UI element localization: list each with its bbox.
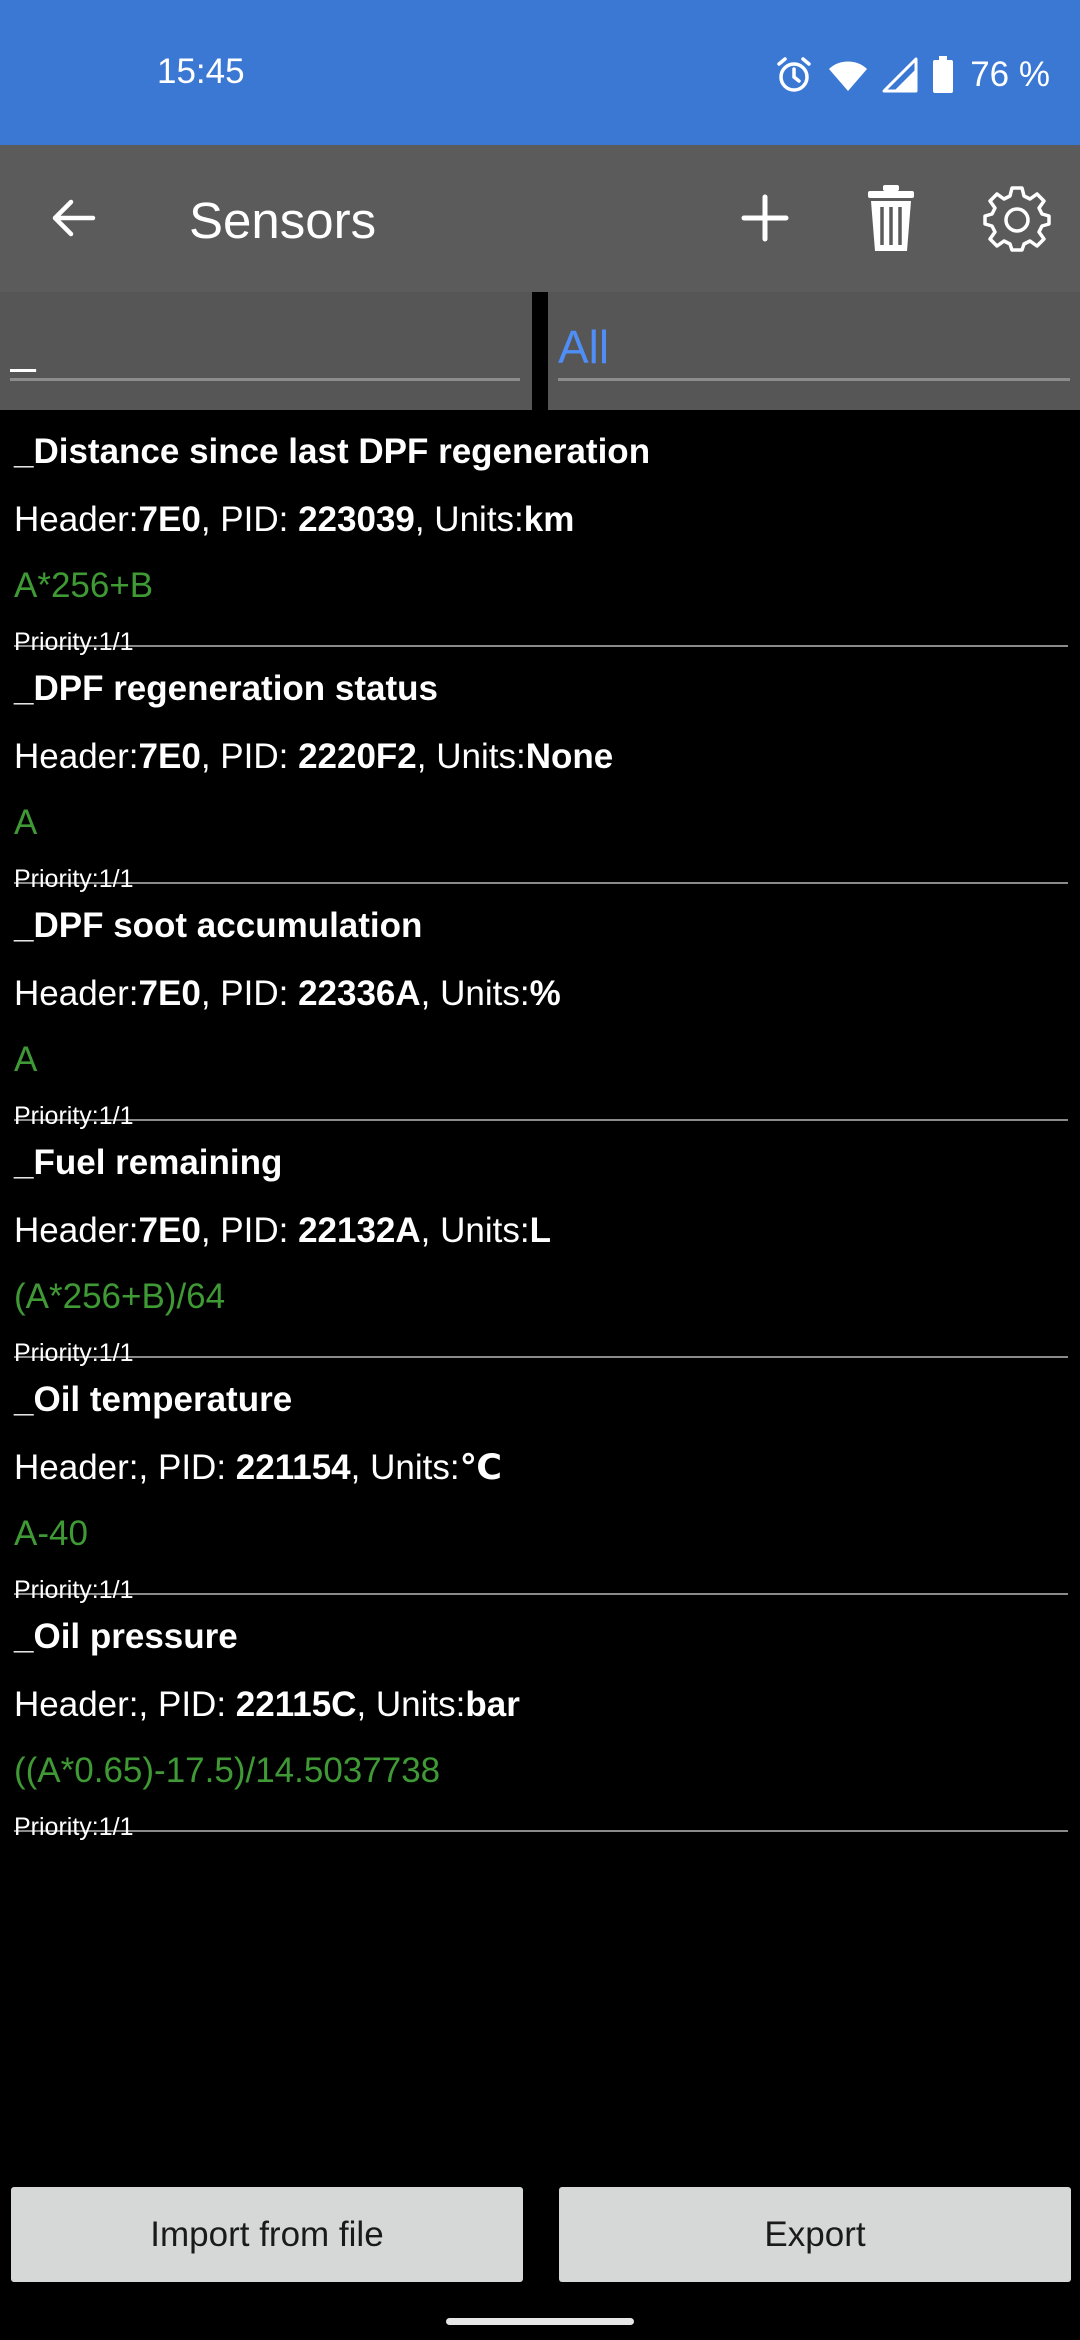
- pid-label: , PID:: [200, 974, 299, 1013]
- filter-row: All: [0, 292, 1080, 410]
- header-value: 7E0: [138, 974, 201, 1013]
- header-label: Header:: [14, 974, 139, 1013]
- status-icons: 76 %: [774, 50, 1050, 100]
- pid-label: , PID:: [138, 1685, 236, 1724]
- units-value: bar: [465, 1685, 520, 1724]
- search-field-container: [0, 292, 532, 410]
- sensor-details: Header:, PID: 221154, Units:℃: [14, 1448, 502, 1488]
- units-value: None: [525, 737, 614, 776]
- pid-value: 223039: [298, 500, 415, 539]
- pid-value: 22132A: [298, 1211, 421, 1250]
- header-label: Header:: [14, 737, 139, 776]
- units-value: L: [529, 1211, 551, 1250]
- add-sensor-button[interactable]: [720, 173, 810, 263]
- battery-icon: [932, 56, 954, 94]
- status-bar: 15:45 76 %: [0, 0, 1080, 145]
- sensor-name: _Oil temperature: [14, 1380, 293, 1419]
- sensor-item-1[interactable]: _Distance since last DPF regeneration He…: [14, 410, 1068, 656]
- sensor-formula: A: [14, 803, 38, 842]
- header-label: Header:: [14, 1685, 139, 1724]
- priority-value: 1/1: [98, 1813, 134, 1841]
- units-label: , Units:: [414, 500, 524, 539]
- category-filter-container: All: [548, 292, 1080, 410]
- wifi-icon: [828, 57, 868, 93]
- alarm-icon: [774, 55, 814, 95]
- header-value: 7E0: [138, 737, 201, 776]
- units-value: km: [523, 500, 575, 539]
- sensor-formula: A*256+B: [14, 566, 154, 605]
- sensor-priority: Priority:1/1: [14, 1813, 134, 1842]
- sensor-formula: A: [14, 1040, 38, 1079]
- header-label: Header:: [14, 500, 139, 539]
- sensor-name: _Distance since last DPF regeneration: [14, 432, 651, 471]
- units-value: %: [529, 974, 561, 1013]
- sensor-name: _DPF regeneration status: [14, 669, 438, 708]
- trash-icon: [868, 185, 914, 251]
- battery-level: 76 %: [970, 55, 1050, 94]
- pid-value: 22115C: [235, 1685, 357, 1724]
- sensor-formula: ((A*0.65)-17.5)/14.5037738: [14, 1751, 441, 1790]
- toolbar: Sensors: [0, 145, 1080, 292]
- pid-value: 2220F2: [298, 737, 417, 776]
- pid-label: , PID:: [200, 500, 299, 539]
- units-label: , Units:: [416, 737, 526, 776]
- sensor-item-6[interactable]: _Oil pressure Header:, PID: 22115C, Unit…: [14, 1595, 1068, 1841]
- gear-icon: [983, 186, 1051, 252]
- sensor-details: Header:7E0, PID: 22336A, Units:%: [14, 974, 561, 1014]
- page-title: Sensors: [189, 192, 377, 249]
- units-label: , Units:: [420, 974, 530, 1013]
- sensor-details: Header:, PID: 22115C, Units:bar: [14, 1685, 520, 1725]
- category-select[interactable]: All: [558, 316, 1070, 381]
- home-indicator[interactable]: [446, 2318, 634, 2325]
- header-label: Header:: [14, 1211, 139, 1250]
- export-button[interactable]: Export: [559, 2187, 1071, 2282]
- back-button[interactable]: [30, 175, 116, 261]
- search-input[interactable]: [10, 316, 520, 381]
- delete-button[interactable]: [846, 173, 936, 263]
- priority-label: Priority:: [14, 1813, 99, 1841]
- sensor-formula: A-40: [14, 1514, 88, 1553]
- header-value: 7E0: [138, 500, 201, 539]
- pid-value: 22336A: [298, 974, 421, 1013]
- sensor-item-4[interactable]: _Fuel remaining Header:7E0, PID: 22132A,…: [14, 1121, 1068, 1367]
- back-arrow-icon: [52, 199, 96, 237]
- header-value: 7E0: [138, 1211, 201, 1250]
- pid-label: , PID:: [138, 1448, 236, 1487]
- sensor-name: _Fuel remaining: [14, 1143, 283, 1182]
- signal-icon: [882, 57, 918, 93]
- sensor-name: _Oil pressure: [14, 1617, 238, 1656]
- pid-label: , PID:: [200, 737, 299, 776]
- sensor-item-2[interactable]: _DPF regeneration status Header:7E0, PID…: [14, 647, 1068, 893]
- units-label: , Units:: [420, 1211, 530, 1250]
- sensor-list[interactable]: _Distance since last DPF regeneration He…: [0, 410, 1080, 1841]
- import-from-file-button[interactable]: Import from file: [11, 2187, 523, 2282]
- settings-button[interactable]: [972, 173, 1062, 263]
- pid-value: 221154: [235, 1448, 351, 1487]
- header-label: Header:: [14, 1448, 139, 1487]
- sensor-formula: (A*256+B)/64: [14, 1277, 226, 1316]
- units-label: , Units:: [356, 1685, 466, 1724]
- sensor-name: _DPF soot accumulation: [14, 906, 423, 945]
- plus-icon: [741, 194, 789, 242]
- sensor-details: Header:7E0, PID: 22132A, Units:L: [14, 1211, 551, 1251]
- pid-label: , PID:: [200, 1211, 299, 1250]
- sensor-details: Header:7E0, PID: 223039, Units:km: [14, 500, 574, 540]
- sensor-details: Header:7E0, PID: 2220F2, Units:None: [14, 737, 613, 777]
- sensor-item-3[interactable]: _DPF soot accumulation Header:7E0, PID: …: [14, 884, 1068, 1130]
- units-value: ℃: [459, 1448, 502, 1487]
- units-label: , Units:: [350, 1448, 460, 1487]
- sensor-item-5[interactable]: _Oil temperature Header:, PID: 221154, U…: [14, 1358, 1068, 1604]
- status-time: 15:45: [157, 52, 245, 91]
